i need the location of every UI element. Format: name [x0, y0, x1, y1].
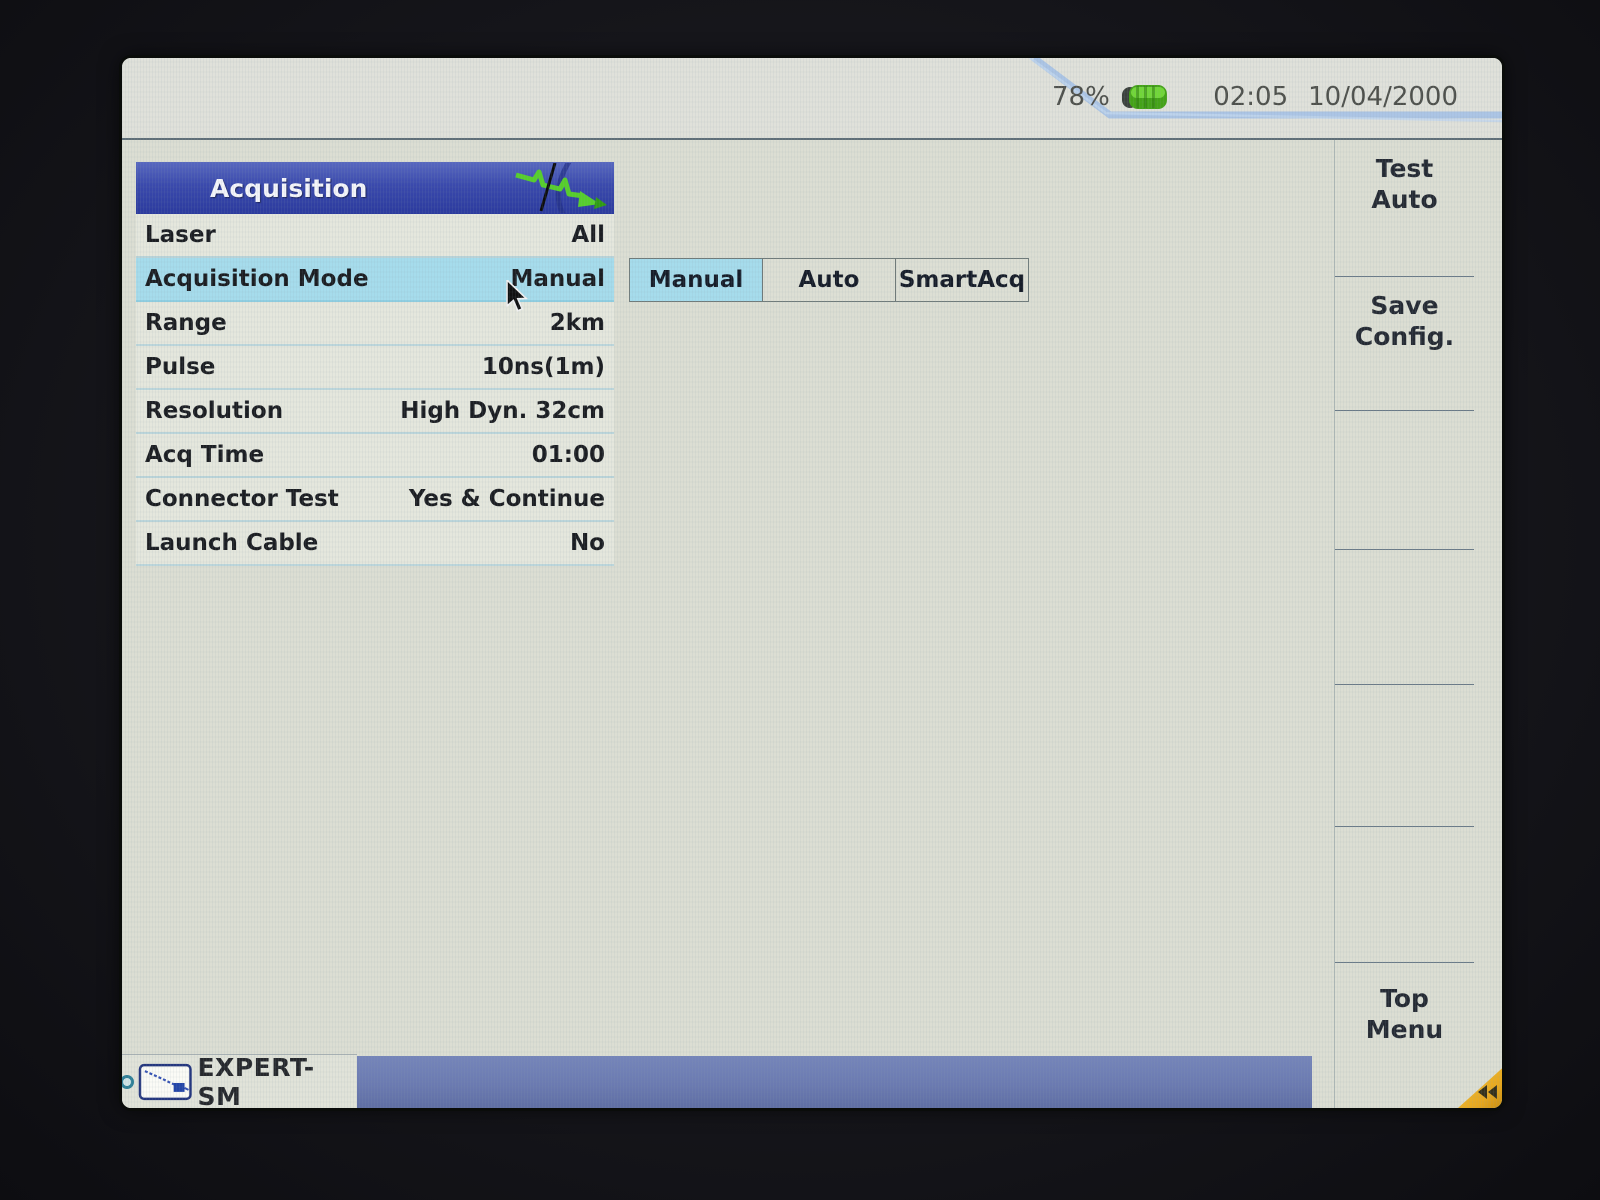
- mouse-cursor: [505, 280, 531, 312]
- setting-label: Acquisition Mode: [145, 266, 369, 292]
- softkey-save-config[interactable]: Save Config.: [1335, 277, 1474, 411]
- setting-row-range[interactable]: Range 2km: [136, 302, 614, 346]
- softkey-label-line: Top: [1335, 983, 1474, 1014]
- setting-value: 10ns(1m): [482, 354, 605, 380]
- softkey-empty-2: [1335, 550, 1474, 685]
- setting-label: Connector Test: [145, 486, 339, 512]
- acquisition-settings-panel: Acquisition Laser All Acquisition Mode M…: [136, 162, 614, 566]
- setting-row-pulse[interactable]: Pulse 10ns(1m): [136, 346, 614, 390]
- device-screen: 78% 02:05 10/04/2000 Acquisition: [122, 58, 1502, 1108]
- setting-row-acquisition-mode[interactable]: Acquisition Mode Manual: [136, 258, 614, 302]
- bottom-blue-bar: [357, 1056, 1312, 1108]
- setting-row-resolution[interactable]: Resolution High Dyn. 32cm: [136, 390, 614, 434]
- setting-row-laser[interactable]: Laser All: [136, 214, 614, 258]
- setting-value: 01:00: [532, 442, 605, 468]
- setting-value: 2km: [550, 310, 605, 336]
- setting-label: Range: [145, 310, 227, 336]
- softkey-label-line: Config.: [1335, 321, 1474, 352]
- mode-option-manual[interactable]: Manual: [629, 258, 763, 302]
- status-dot-icon: [122, 1075, 134, 1089]
- mode-option-smartacq[interactable]: SmartAcq: [895, 258, 1029, 302]
- mode-option-label: Manual: [649, 267, 744, 293]
- setting-row-launch-cable[interactable]: Launch Cable No: [136, 522, 614, 566]
- tab-label: EXPERT-SM: [197, 1053, 357, 1109]
- panel-header: Acquisition: [136, 162, 614, 214]
- setting-label: Resolution: [145, 398, 283, 424]
- softkey-empty-1: [1335, 411, 1474, 550]
- setting-value: Yes & Continue: [409, 486, 605, 512]
- softkey-test-auto[interactable]: Test Auto: [1335, 140, 1474, 277]
- softkey-sidebar: Test Auto Save Config.: [1334, 140, 1474, 1108]
- device-bezel: 78% 02:05 10/04/2000 Acquisition: [0, 0, 1600, 1200]
- setting-label: Laser: [145, 222, 216, 248]
- mode-option-label: SmartAcq: [899, 267, 1025, 293]
- clock-date: 10/04/2000: [1308, 82, 1458, 112]
- setting-value: High Dyn. 32cm: [400, 398, 605, 424]
- setting-row-connector-test[interactable]: Connector Test Yes & Continue: [136, 478, 614, 522]
- trace-thumbnail-icon: [138, 1062, 193, 1102]
- fast-rewind-icon: [1477, 1084, 1499, 1100]
- softkey-label-line: Save: [1335, 290, 1474, 321]
- softkey-empty-3: [1335, 685, 1474, 827]
- bottom-bar: EXPERT-SM: [122, 1032, 1502, 1108]
- battery-percent: 78%: [1052, 82, 1110, 112]
- setting-row-acq-time[interactable]: Acq Time 01:00: [136, 434, 614, 478]
- tab-expert-sm[interactable]: EXPERT-SM: [122, 1054, 357, 1108]
- setting-label: Launch Cable: [145, 530, 318, 556]
- softkey-label-line: Auto: [1335, 184, 1474, 215]
- clock-time: 02:05: [1213, 82, 1288, 112]
- battery-charge-icon: [1120, 82, 1170, 112]
- setting-label: Acq Time: [145, 442, 264, 468]
- back-corner-button[interactable]: [1458, 1064, 1502, 1108]
- mode-option-auto[interactable]: Auto: [762, 258, 896, 302]
- setting-value: All: [571, 222, 605, 248]
- softkey-label-line: Test: [1335, 153, 1474, 184]
- otdr-trace-icon: [508, 163, 612, 213]
- softkey-empty-4: [1335, 827, 1474, 963]
- setting-value: No: [570, 530, 605, 556]
- panel-title: Acquisition: [210, 174, 367, 203]
- setting-label: Pulse: [145, 354, 215, 380]
- status-bar: 78% 02:05 10/04/2000: [122, 58, 1502, 140]
- acquisition-mode-options: Manual Auto SmartAcq: [630, 258, 1029, 302]
- mode-option-label: Auto: [799, 267, 860, 293]
